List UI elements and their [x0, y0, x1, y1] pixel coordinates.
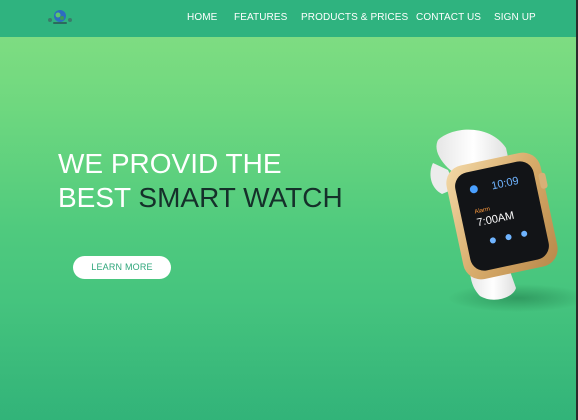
hero-title: WE PROVID THE BEST SMART WATCH — [58, 147, 418, 215]
nav-products-link[interactable]: PRODUCTS & PRICES — [301, 12, 408, 23]
nav-contact-link[interactable]: CONTACT US — [416, 12, 481, 23]
hero-title-line1: WE PROVID THE — [58, 148, 282, 179]
nav-features-link[interactable]: FEATURES — [234, 12, 287, 23]
learn-more-button[interactable]: LEARN MORE — [73, 256, 171, 279]
hero-title-line2-start: BEST — [58, 182, 139, 213]
smart-watch-image: 10:09 Alarm 7:00AM — [430, 129, 578, 312]
nav-home-link[interactable]: HOME — [187, 12, 217, 23]
hero-title-emphasis: SMART WATCH — [138, 182, 343, 213]
navbar: HOME FEATURES PRODUCTS & PRICES CONTACT … — [0, 0, 578, 37]
nav-links: HOME FEATURES PRODUCTS & PRICES CONTACT … — [0, 12, 578, 26]
nav-signup-link[interactable]: SIGN UP — [494, 12, 536, 23]
hero-bottom-shade — [0, 300, 578, 420]
